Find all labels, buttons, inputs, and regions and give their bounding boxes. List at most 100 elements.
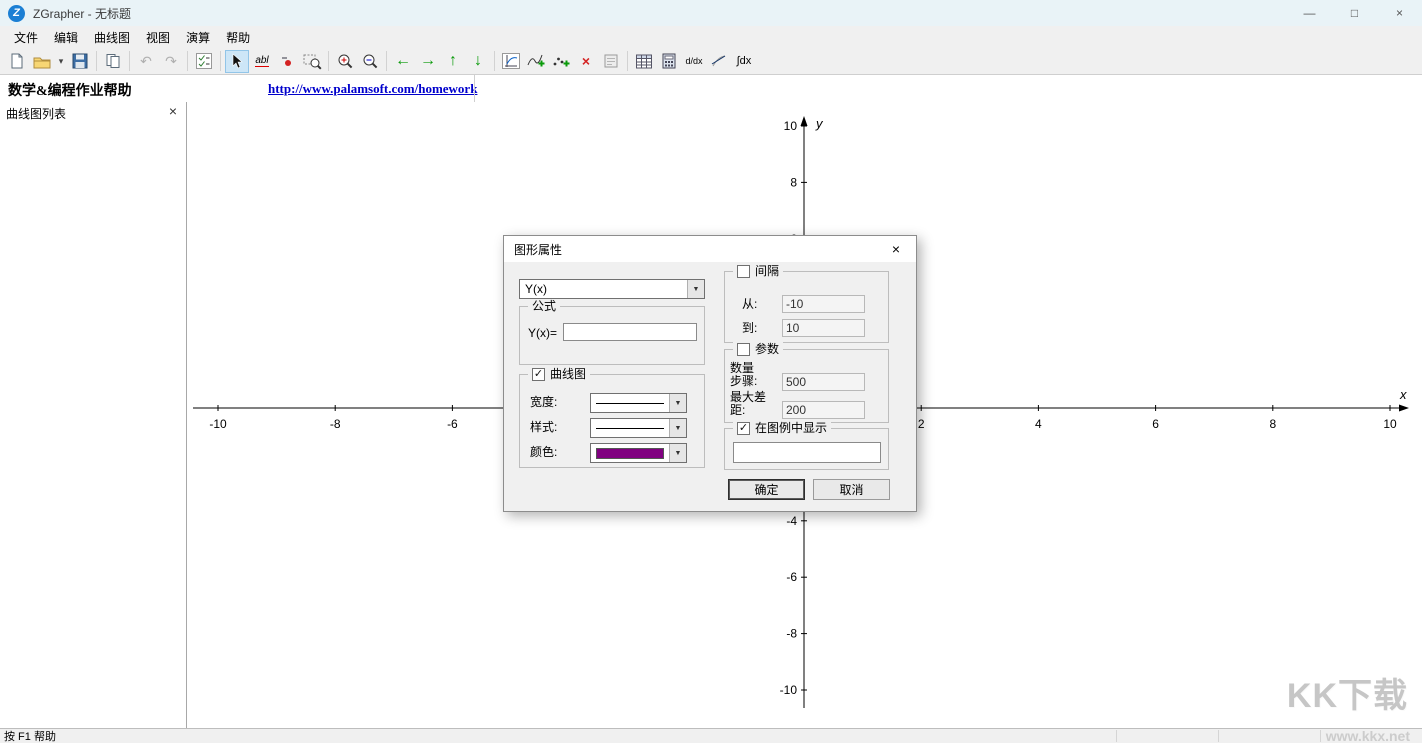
color-swatch <box>596 448 664 459</box>
toolbar-separator <box>494 51 495 71</box>
legend-group-legend: ✓ 在图例中显示 <box>733 421 831 435</box>
delete-graph-button[interactable]: × <box>574 50 598 73</box>
calculator-button[interactable] <box>657 50 681 73</box>
gap-input[interactable] <box>782 401 865 419</box>
move-down-button[interactable]: ↓ <box>466 50 490 73</box>
svg-text:y: y <box>815 116 824 131</box>
color-label: 颜色: <box>530 446 557 459</box>
panel-close-icon[interactable]: × <box>169 104 177 118</box>
interval-checkbox[interactable] <box>737 265 750 278</box>
titlebar[interactable]: Z ZGrapher - 无标题 — □ × <box>0 0 1422 26</box>
status-cell <box>1116 730 1216 742</box>
graph-list-panel: 曲线图列表 × <box>0 102 187 728</box>
legend-text-input[interactable] <box>733 442 881 463</box>
zoom-region-button[interactable] <box>300 50 324 73</box>
show-legend-checkbox[interactable]: ✓ <box>737 422 750 435</box>
graph-frame-button[interactable] <box>499 50 523 73</box>
menu-graph[interactable]: 曲线图 <box>86 26 138 48</box>
app-logo-icon: Z <box>8 5 25 22</box>
menu-calculus[interactable]: 演算 <box>178 26 218 48</box>
toolbar-separator <box>627 51 628 71</box>
dialog-title: 图形属性 <box>514 241 562 258</box>
axes-frame-icon <box>502 53 520 69</box>
zoom-in-button[interactable] <box>333 50 357 73</box>
curve-checkbox[interactable]: ✓ <box>532 368 545 381</box>
ad-banner: 数学&编程作业帮助 http://www.palamsoft.com/homew… <box>0 75 1422 103</box>
undo-button[interactable]: ↶ <box>134 50 158 73</box>
integral-icon: ∫dx <box>737 56 752 67</box>
close-button[interactable]: × <box>1377 0 1422 26</box>
copy-icon <box>105 53 121 69</box>
width-label: 宽度: <box>530 396 557 409</box>
minimize-button[interactable]: — <box>1287 0 1332 26</box>
redo-button[interactable]: ↷ <box>159 50 183 73</box>
copy-button[interactable] <box>101 50 125 73</box>
ad-link[interactable]: http://www.palamsoft.com/homework <box>268 81 477 97</box>
zoom-out-button[interactable] <box>358 50 382 73</box>
interval-group-legend: 间隔 <box>733 264 783 278</box>
dialog-close-icon[interactable]: × <box>882 236 910 262</box>
add-points-icon <box>552 53 571 69</box>
point-tool-button[interactable] <box>275 50 299 73</box>
menu-edit[interactable]: 编辑 <box>46 26 86 48</box>
add-point-series-button[interactable] <box>549 50 573 73</box>
pointer-tool-button[interactable] <box>225 50 249 73</box>
save-button[interactable] <box>68 50 92 73</box>
dialog-titlebar[interactable]: 图形属性 × <box>504 236 916 262</box>
graph-properties-dialog: 图形属性 × Y(x) ▼ 公式 Y(x)= ✓ 曲线图 宽度: ▼ <box>503 235 917 512</box>
menu-help[interactable]: 帮助 <box>218 26 258 48</box>
params-group-legend: 参数 <box>733 342 783 356</box>
open-file-button[interactable] <box>30 50 54 73</box>
params-group: 参数 数量 步骤: 最大差 距: <box>724 349 889 423</box>
svg-text:-6: -6 <box>447 417 458 431</box>
chevron-down-icon: ▼ <box>669 394 686 412</box>
watermark-url: www.kkx.net <box>1326 728 1410 744</box>
ad-text: 数学&编程作业帮助 <box>8 80 132 100</box>
menu-view[interactable]: 视图 <box>138 26 178 48</box>
svg-text:8: 8 <box>790 175 797 189</box>
toolbar-separator <box>328 51 329 71</box>
svg-text:6: 6 <box>1152 417 1159 431</box>
interval-from-input[interactable] <box>782 295 865 313</box>
legend-group: ✓ 在图例中显示 <box>724 428 889 470</box>
tangent-icon <box>711 53 727 69</box>
interval-group: 间隔 从: 到: <box>724 271 889 343</box>
graph-list-toggle-button[interactable] <box>192 50 216 73</box>
table-values-button[interactable] <box>632 50 656 73</box>
open-recent-dropdown[interactable]: ▾ <box>55 50 67 73</box>
steps-input[interactable] <box>782 373 865 391</box>
move-left-button[interactable]: ← <box>391 50 415 73</box>
add-function-icon <box>527 53 546 69</box>
toolbar: ▾ ↶ ↷ abl ← → ↑ ↓ × <box>0 48 1422 75</box>
line-color-preview <box>591 444 669 462</box>
curve-group: ✓ 曲线图 宽度: ▼ 样式: ▼ 颜色: ▼ <box>519 374 705 468</box>
line-width-combo[interactable]: ▼ <box>590 393 687 413</box>
cancel-button[interactable]: 取消 <box>813 479 890 500</box>
new-file-button[interactable] <box>5 50 29 73</box>
maximize-button[interactable]: □ <box>1332 0 1377 26</box>
integral-button[interactable]: ∫dx <box>732 50 756 73</box>
svg-text:2: 2 <box>918 417 925 431</box>
menubar: 文件 编辑 曲线图 视图 演算 帮助 <box>0 26 1422 48</box>
graph-properties-button[interactable] <box>599 50 623 73</box>
ok-button[interactable]: 确定 <box>728 479 805 500</box>
label-tool-button[interactable]: abl <box>250 50 274 73</box>
tangent-button[interactable] <box>707 50 731 73</box>
line-sample <box>596 403 664 404</box>
derivative-button[interactable]: d/dx <box>682 50 706 73</box>
toolbar-separator <box>220 51 221 71</box>
calculator-icon <box>662 53 676 69</box>
formula-input[interactable] <box>563 323 697 341</box>
function-type-combo[interactable]: Y(x) ▼ <box>519 279 705 299</box>
move-up-button[interactable]: ↑ <box>441 50 465 73</box>
interval-to-input[interactable] <box>782 319 865 337</box>
menu-file[interactable]: 文件 <box>6 26 46 48</box>
window-title: ZGrapher - 无标题 <box>33 5 131 22</box>
move-right-button[interactable]: → <box>416 50 440 73</box>
params-checkbox[interactable] <box>737 343 750 356</box>
line-width-preview <box>591 394 669 412</box>
line-color-combo[interactable]: ▼ <box>590 443 687 463</box>
add-function-button[interactable] <box>524 50 548 73</box>
point-icon <box>279 53 295 69</box>
line-style-combo[interactable]: ▼ <box>590 418 687 438</box>
